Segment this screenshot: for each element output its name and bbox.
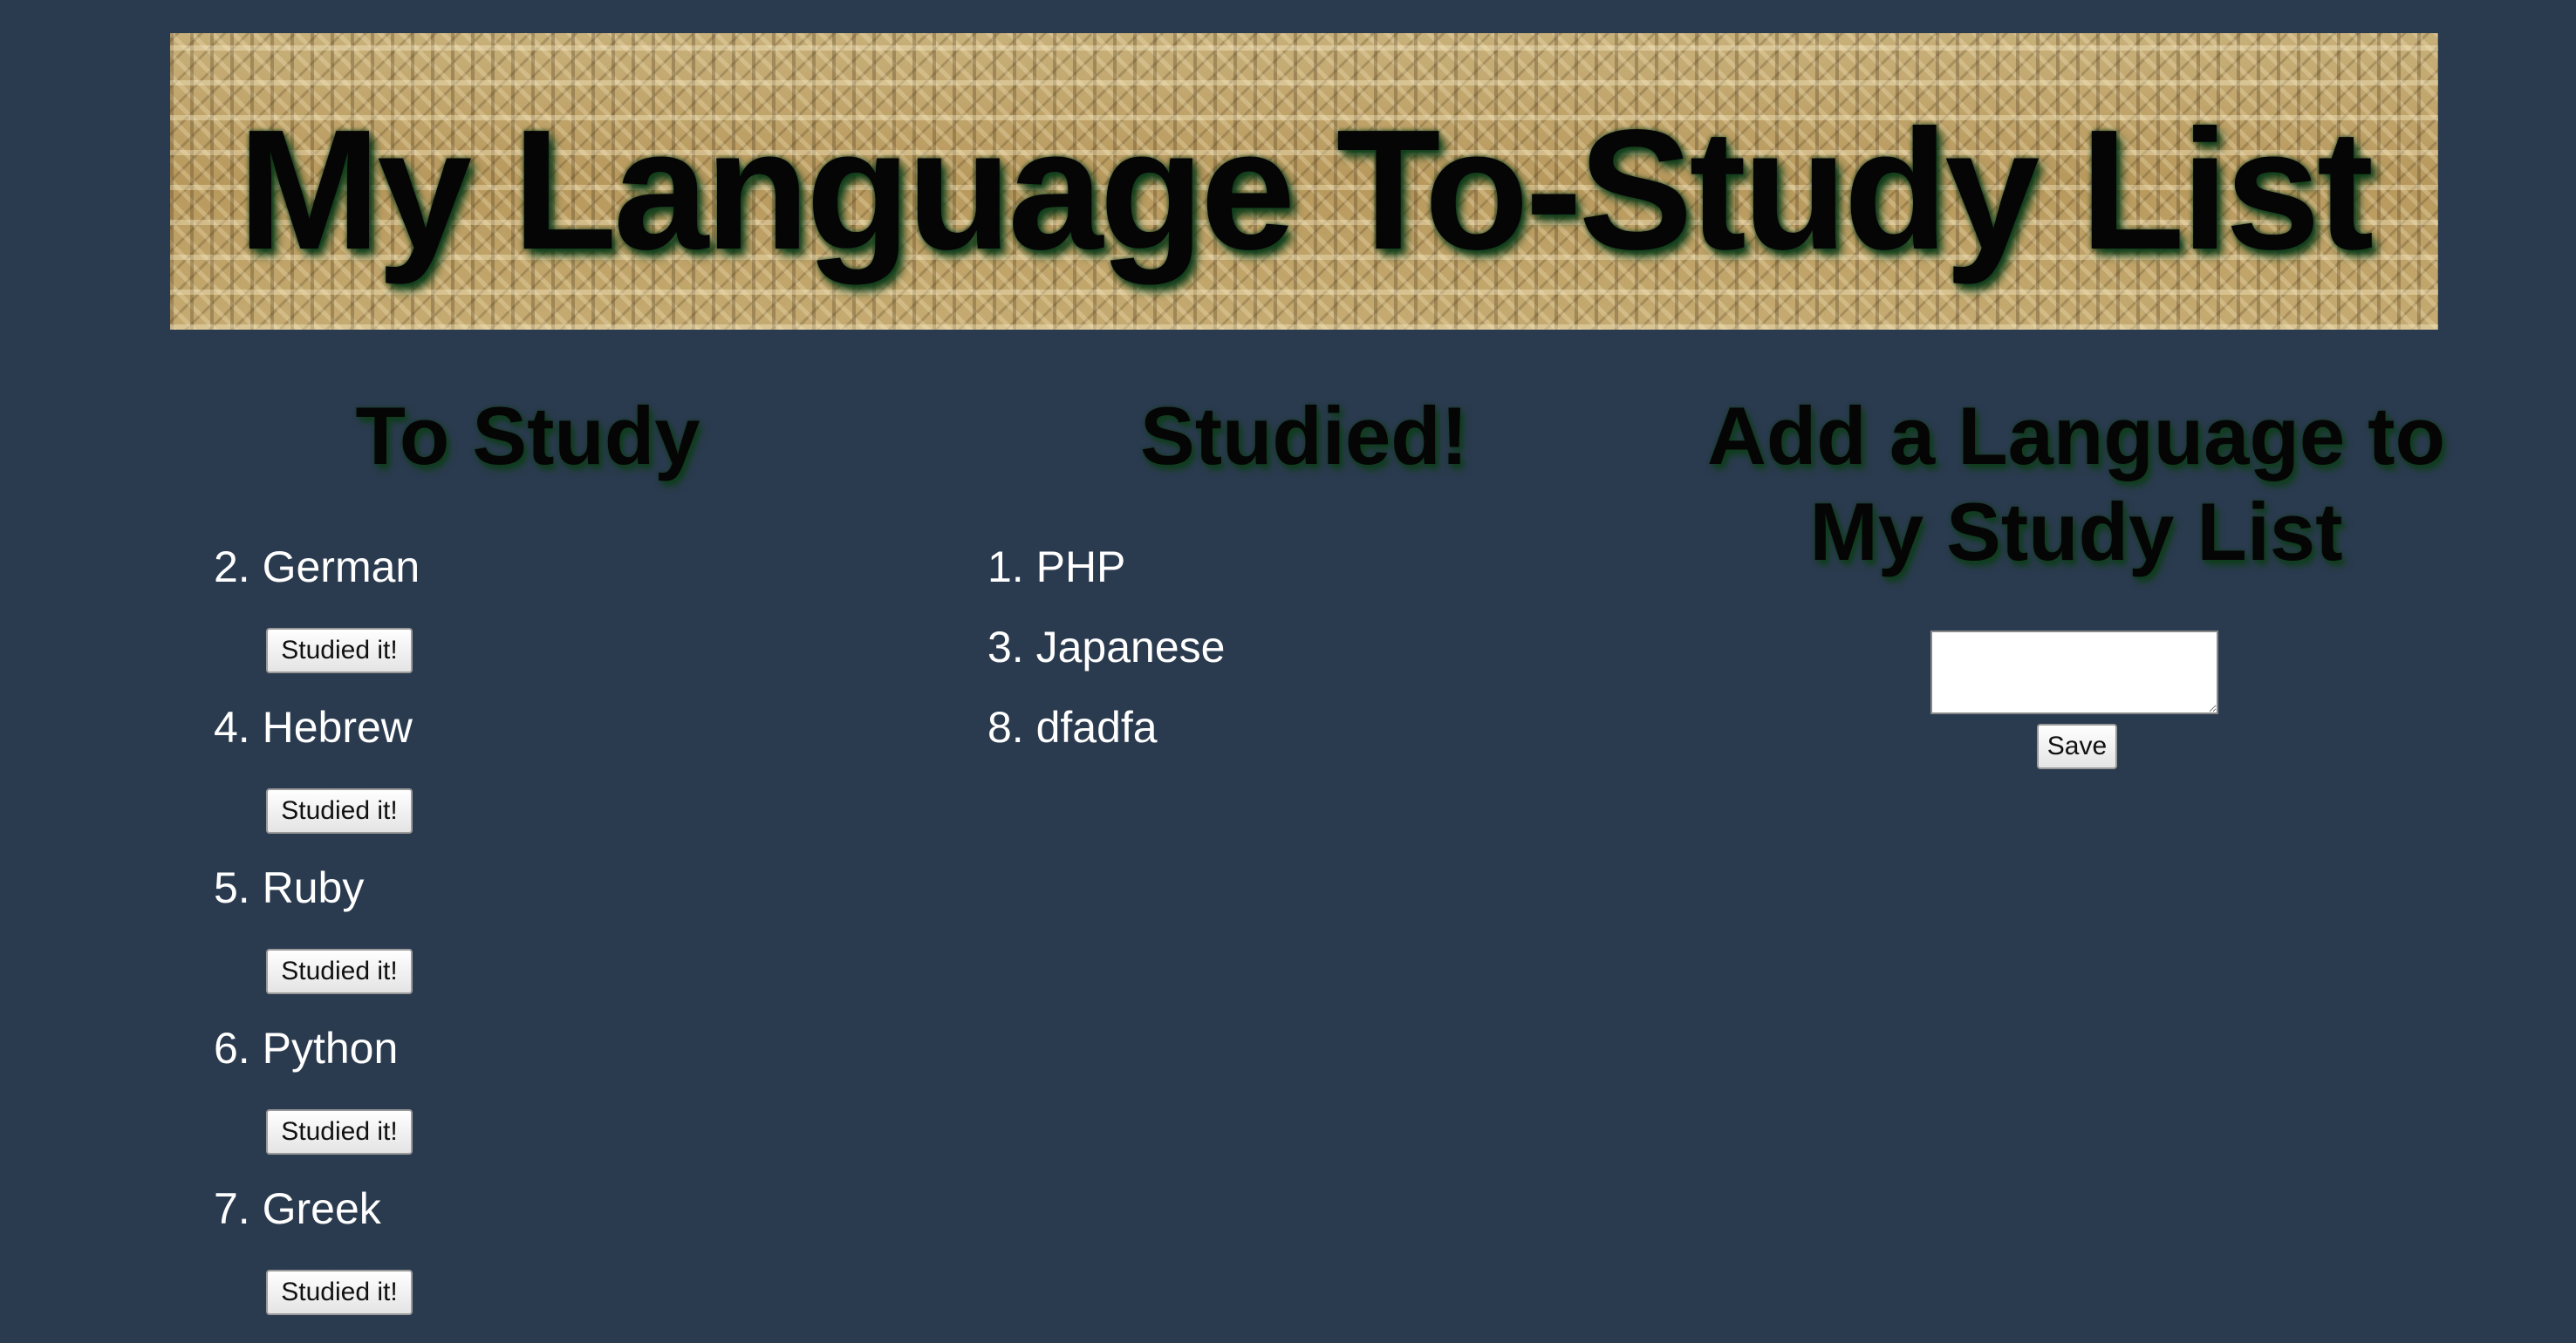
language-label: 2. German (214, 542, 420, 591)
studied-it-button[interactable]: Studied it! (266, 788, 413, 834)
list-item: 7. Greek Studied it! (214, 1183, 420, 1343)
studied-it-button[interactable]: Studied it! (266, 1109, 413, 1155)
language-label: 4. Hebrew (214, 703, 413, 752)
studied-list: 1. PHP 3. Japanese 8. dfadfa (987, 541, 1225, 781)
list-item: 8. dfadfa (987, 701, 1225, 781)
language-label: 7. Greek (214, 1184, 381, 1233)
language-label: 3. Japanese (987, 623, 1226, 672)
language-label: 8. dfadfa (987, 703, 1158, 752)
studied-it-button[interactable]: Studied it! (266, 628, 413, 673)
list-item: 6. Python Studied it! (214, 1022, 420, 1183)
page-title: My Language To-Study List (237, 94, 2374, 285)
language-label: 5. Ruby (214, 863, 365, 912)
header-banner: My Language To-Study List (170, 33, 2438, 330)
list-item: 5. Ruby Studied it! (214, 862, 420, 1022)
studied-it-button[interactable]: Studied it! (266, 949, 413, 994)
studied-heading: Studied! (1140, 390, 1468, 481)
add-language-heading: Add a Language to My Study List (1707, 390, 2445, 577)
list-item: 4. Hebrew Studied it! (214, 701, 420, 862)
list-item: 3. Japanese (987, 621, 1225, 701)
save-button[interactable]: Save (2037, 724, 2117, 769)
list-item: 1. PHP (987, 541, 1225, 621)
language-label: 6. Python (214, 1024, 399, 1073)
language-label: 1. PHP (987, 542, 1126, 591)
language-input[interactable] (1930, 631, 2218, 714)
list-item: 2. German Studied it! (214, 541, 420, 701)
to-study-heading: To Study (355, 390, 700, 481)
studied-it-button[interactable]: Studied it! (266, 1270, 413, 1315)
to-study-list: 2. German Studied it! 4. Hebrew Studied … (214, 541, 420, 1343)
